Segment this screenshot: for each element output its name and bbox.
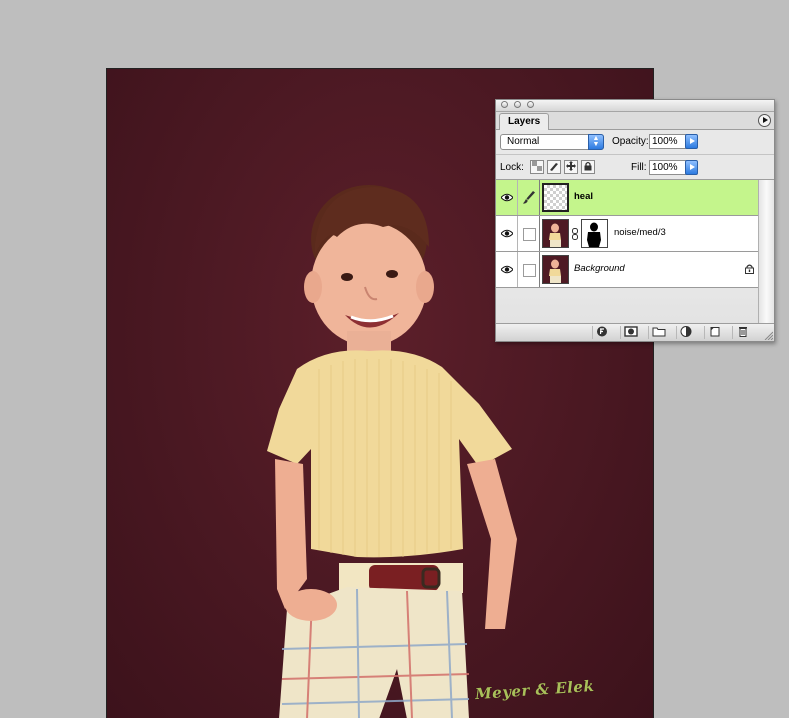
flyout-menu-icon[interactable] xyxy=(758,114,771,127)
lock-position-move-icon[interactable] xyxy=(564,160,578,174)
paintbrush-icon xyxy=(523,191,535,204)
eye-icon xyxy=(501,193,513,202)
lock-all-padlock-icon[interactable] xyxy=(581,160,595,174)
padlock-icon xyxy=(745,264,754,274)
layers-list[interactable]: heal noise/med/3 Background xyxy=(496,180,774,328)
lock-label: Lock: xyxy=(500,162,524,173)
layers-palette[interactable]: Layers Normal ▲ ▼ Opacity: 100% Lock: Fil… xyxy=(495,99,775,342)
opacity-input[interactable]: 100% xyxy=(649,134,687,149)
close-window-button[interactable] xyxy=(501,101,508,108)
layer-row-heal[interactable]: heal xyxy=(496,180,758,216)
layer-mask-thumbnail[interactable] xyxy=(581,219,608,248)
resize-grip-icon[interactable] xyxy=(763,330,773,340)
layer-name-background[interactable]: Background xyxy=(574,263,625,274)
lock-pixels-brush-icon[interactable] xyxy=(547,160,561,174)
link-checkbox[interactable] xyxy=(523,264,536,277)
lock-transparency-icon[interactable] xyxy=(530,160,544,174)
add-mask-icon[interactable] xyxy=(620,326,640,339)
layer-link-cell[interactable] xyxy=(518,252,540,287)
layer-name-heal[interactable]: heal xyxy=(574,191,593,202)
fill-label: Fill: xyxy=(631,162,647,173)
layer-style-fx-icon[interactable] xyxy=(592,326,612,339)
adjustment-layer-icon[interactable] xyxy=(676,326,696,339)
zoom-window-button[interactable] xyxy=(527,101,534,108)
tab-layers[interactable]: Layers xyxy=(499,113,550,130)
chevron-updown-icon[interactable]: ▲ ▼ xyxy=(588,134,604,150)
layer-thumbnail-background xyxy=(542,255,569,284)
layer-row-background[interactable]: Background xyxy=(496,252,758,288)
palette-bottom-toolbar xyxy=(496,323,774,341)
blend-options-row: Normal ▲ ▼ Opacity: 100% xyxy=(496,130,774,155)
visibility-toggle[interactable] xyxy=(496,180,518,215)
palette-tab-row: Layers xyxy=(496,112,774,130)
blend-mode-select[interactable]: Normal ▲ ▼ xyxy=(500,134,604,150)
chain-icon[interactable] xyxy=(572,228,578,243)
layer-row-noise-med-3[interactable]: noise/med/3 xyxy=(496,216,758,252)
new-layer-icon[interactable] xyxy=(704,326,724,339)
lock-options-row: Lock: Fill: 100% xyxy=(496,155,774,180)
link-checkbox[interactable] xyxy=(523,228,536,241)
layers-scrollbar[interactable] xyxy=(758,180,774,328)
palette-titlebar[interactable] xyxy=(496,100,774,112)
layer-link-cell[interactable] xyxy=(518,216,540,251)
eye-icon xyxy=(501,229,513,238)
layer-thumbnail-heal xyxy=(542,183,569,212)
opacity-label: Opacity: xyxy=(612,136,649,147)
minimize-window-button[interactable] xyxy=(514,101,521,108)
opacity-slider-button[interactable] xyxy=(685,134,698,149)
visibility-toggle[interactable] xyxy=(496,216,518,251)
layer-thumbnail-noise-med-3 xyxy=(542,219,569,248)
trash-icon[interactable] xyxy=(732,326,752,339)
layer-name-noise-med-3[interactable]: noise/med/3 xyxy=(614,227,666,238)
new-group-folder-icon[interactable] xyxy=(648,326,668,339)
fill-input[interactable]: 100% xyxy=(649,160,687,175)
blend-mode-value: Normal xyxy=(507,136,540,147)
fill-slider-button[interactable] xyxy=(685,160,698,175)
layer-link-cell[interactable] xyxy=(518,180,540,215)
eye-icon xyxy=(501,265,513,274)
visibility-toggle[interactable] xyxy=(496,252,518,287)
